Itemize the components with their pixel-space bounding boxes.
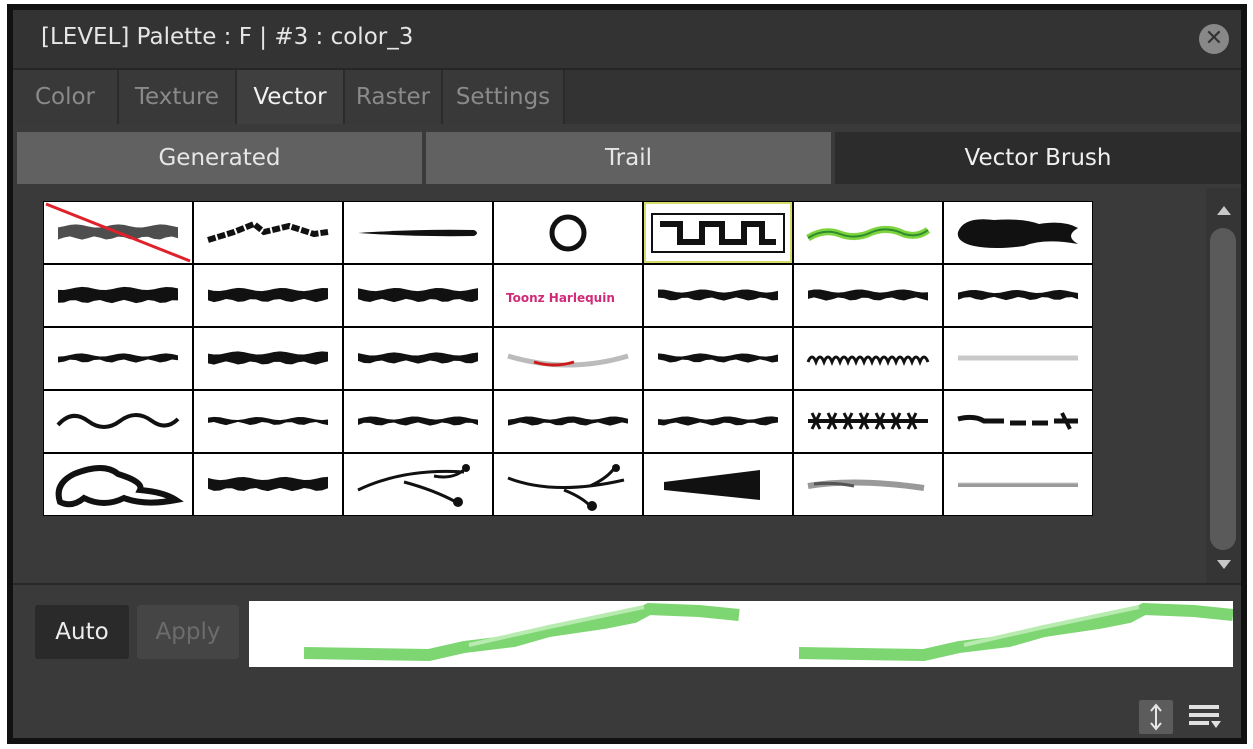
arrows-vertical-icon[interactable] bbox=[1139, 700, 1173, 734]
medium-line-2-swatch[interactable] bbox=[644, 391, 792, 452]
branch-brush-2-glyph bbox=[507, 464, 625, 511]
branch-brush-2-swatch[interactable] bbox=[494, 454, 642, 515]
text-brush-label: Toonz Harlequin bbox=[506, 291, 615, 305]
taper-stroke-2-swatch[interactable] bbox=[794, 265, 942, 326]
taper-rough-swatch[interactable] bbox=[494, 391, 642, 452]
blot-brush-swatch[interactable] bbox=[944, 202, 1092, 263]
square-wave-brush-glyph bbox=[651, 213, 785, 253]
green-wave-brush-swatch[interactable] bbox=[794, 202, 942, 263]
preview-bar: Auto Apply bbox=[13, 585, 1241, 738]
taper-stroke-glyph bbox=[658, 289, 778, 301]
thick-rough-brush-glyph bbox=[58, 286, 178, 304]
blob-brush-swatch[interactable] bbox=[44, 454, 192, 515]
apply-button[interactable]: Apply bbox=[137, 605, 239, 659]
red-grey-glyph bbox=[507, 353, 629, 368]
text-brush-swatch[interactable]: Toonz Harlequin bbox=[494, 265, 642, 326]
thick-rough-brush-3-swatch[interactable] bbox=[344, 265, 492, 326]
thick-rough-4-swatch[interactable] bbox=[194, 454, 342, 515]
scribble-brush-swatch[interactable] bbox=[194, 202, 342, 263]
scribble-brush-glyph bbox=[207, 220, 329, 243]
medium-line-swatch[interactable] bbox=[644, 328, 792, 389]
branch-brush-swatch[interactable] bbox=[344, 454, 492, 515]
thick-rough-brush-3-glyph bbox=[358, 287, 478, 303]
wedge-brush-glyph bbox=[664, 470, 760, 500]
rough-line-swatch[interactable] bbox=[44, 328, 192, 389]
loop-brush-swatch[interactable] bbox=[794, 328, 942, 389]
thin-taper-brush-swatch[interactable] bbox=[344, 202, 492, 263]
tab-settings[interactable]: Settings bbox=[443, 70, 565, 124]
scroll-down-icon[interactable] bbox=[1217, 560, 1231, 569]
stroke-preview bbox=[249, 601, 1233, 667]
wavy-line-swatch[interactable] bbox=[44, 391, 192, 452]
close-icon[interactable]: ✕ bbox=[1199, 24, 1229, 54]
smooth-thick-swatch[interactable] bbox=[344, 328, 492, 389]
circle-brush-glyph bbox=[549, 214, 587, 252]
rough-line-2-glyph bbox=[208, 416, 328, 426]
thick-rough-4-glyph bbox=[208, 476, 328, 492]
title-bar[interactable]: [LEVEL] Palette : F | #3 : color_3 ✕ bbox=[13, 10, 1241, 70]
thin-taper-brush-glyph bbox=[358, 229, 477, 237]
rough-line-glyph bbox=[58, 353, 178, 363]
palette-panel: [LEVEL] Palette : F | #3 : color_3 ✕ Col… bbox=[13, 10, 1241, 738]
blob-brush-glyph bbox=[55, 465, 184, 508]
medium-line-2-glyph bbox=[658, 416, 778, 426]
loop-brush-glyph bbox=[806, 355, 930, 367]
wavy-line-glyph bbox=[56, 413, 180, 429]
medium-line-glyph bbox=[658, 353, 778, 363]
smooth-thick-glyph bbox=[358, 352, 478, 364]
palette-window: [LEVEL] Palette : F | #3 : color_3 ✕ Col… bbox=[7, 4, 1247, 744]
zigzag-brush-glyph bbox=[808, 412, 928, 430]
thick-rough-brush-2-swatch[interactable] bbox=[194, 265, 342, 326]
rough-line-2-swatch[interactable] bbox=[194, 391, 342, 452]
vertical-scrollbar[interactable] bbox=[1206, 188, 1241, 583]
broken-line-glyph bbox=[957, 412, 1078, 430]
taper-rough-glyph bbox=[508, 416, 628, 426]
taper-stroke-2-glyph bbox=[808, 289, 928, 301]
rough-line-3-glyph bbox=[358, 416, 478, 426]
grey-soft-glyph bbox=[958, 355, 1078, 361]
grey-brush-swatch[interactable] bbox=[794, 454, 942, 515]
tab-bar-filler bbox=[565, 70, 1241, 124]
scroll-up-icon[interactable] bbox=[1217, 206, 1231, 215]
scrollbar-thumb[interactable] bbox=[1210, 228, 1236, 550]
brush-grid-area: Toonz Harlequin bbox=[13, 188, 1241, 585]
subtab-vector-brush[interactable]: Vector Brush bbox=[835, 132, 1241, 184]
none-brush-swatch[interactable] bbox=[44, 202, 192, 263]
brush-grid: Toonz Harlequin bbox=[43, 201, 1093, 516]
subtab-trail[interactable]: Trail bbox=[426, 132, 831, 184]
tab-color[interactable]: Color bbox=[13, 70, 119, 124]
bumpy-thick-swatch[interactable] bbox=[194, 328, 342, 389]
zigzag-brush-swatch[interactable] bbox=[794, 391, 942, 452]
subtab-generated[interactable]: Generated bbox=[17, 132, 422, 184]
grey-soft-swatch[interactable] bbox=[944, 328, 1092, 389]
branch-brush-glyph bbox=[357, 464, 470, 507]
window-title: [LEVEL] Palette : F | #3 : color_3 bbox=[41, 24, 414, 50]
thick-rough-brush-swatch[interactable] bbox=[44, 265, 192, 326]
menu-icon[interactable] bbox=[1185, 699, 1225, 735]
square-wave-brush-swatch[interactable] bbox=[644, 202, 792, 263]
grey-pencil-glyph bbox=[958, 482, 1078, 487]
green-wave-brush-glyph bbox=[806, 225, 931, 242]
text-brush-glyph: Toonz Harlequin bbox=[506, 291, 615, 305]
tab-texture[interactable]: Texture bbox=[119, 70, 237, 124]
grey-brush-glyph bbox=[807, 479, 925, 491]
red-grey-swatch[interactable] bbox=[494, 328, 642, 389]
subtab-bar: Generated Trail Vector Brush bbox=[13, 128, 1241, 188]
taper-stroke-3-glyph bbox=[958, 289, 1078, 301]
broken-line-swatch[interactable] bbox=[944, 391, 1092, 452]
blot-brush-glyph bbox=[957, 219, 1078, 248]
circle-brush-swatch[interactable] bbox=[494, 202, 642, 263]
tab-vector[interactable]: Vector bbox=[237, 70, 345, 124]
grey-pencil-swatch[interactable] bbox=[944, 454, 1092, 515]
thick-rough-brush-2-glyph bbox=[208, 287, 328, 303]
rough-line-3-swatch[interactable] bbox=[344, 391, 492, 452]
auto-button[interactable]: Auto bbox=[35, 605, 129, 659]
bumpy-thick-glyph bbox=[208, 351, 328, 365]
tab-raster[interactable]: Raster bbox=[345, 70, 443, 124]
taper-stroke-3-swatch[interactable] bbox=[944, 265, 1092, 326]
wedge-brush-swatch[interactable] bbox=[644, 454, 792, 515]
none-brush-glyph bbox=[45, 202, 191, 263]
taper-stroke-swatch[interactable] bbox=[644, 265, 792, 326]
green-wave-preview bbox=[303, 602, 1233, 662]
